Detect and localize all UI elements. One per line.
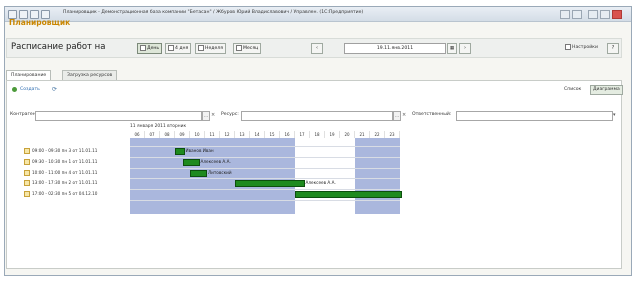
gantt-bar-label: Литовский (208, 169, 232, 175)
period-month-button[interactable]: Месяц (233, 43, 262, 54)
task-row-text: 09:30 - 10:30 пн 1 от 11.01.11 (32, 158, 98, 164)
resource-field[interactable] (241, 111, 393, 121)
period-week-label: Неделя (205, 46, 223, 51)
hour-tick-label: 10 (190, 131, 205, 138)
gantt-bar[interactable] (182, 158, 200, 166)
hour-tick-label: 16 (280, 131, 295, 138)
hour-tick-label: 21 (355, 131, 370, 138)
document-icon (24, 148, 30, 154)
gantt-bar[interactable] (190, 169, 207, 177)
resource-select-button[interactable]: … (393, 111, 401, 121)
hour-tick-label: 11 (205, 131, 220, 138)
grid-line (130, 156, 400, 158)
hour-tick-label: 12 (220, 131, 235, 138)
hour-tick-label: 09 (175, 131, 190, 138)
document-icon (24, 180, 30, 187)
document-icon (24, 158, 30, 165)
settings-button[interactable]: Настройки (565, 43, 598, 52)
grid-line (130, 189, 400, 191)
schedule-label: Расписание работ на (11, 42, 106, 52)
period-day-button[interactable]: День (137, 43, 163, 54)
tab-planning[interactable]: Планирование (6, 70, 52, 80)
task-row-text: 09:00 - 09:30 пн 3 от 11.01.11 (32, 148, 98, 153)
responsible-field[interactable] (456, 111, 613, 121)
gantt-bar[interactable] (175, 148, 185, 155)
hour-tick-label: 08 (160, 131, 175, 138)
checkbox-icon (198, 44, 204, 51)
refresh-icon[interactable]: ⟳ (52, 86, 57, 93)
gantt-bar-label: Алексеев А.А. (200, 158, 231, 164)
gantt-bar-label: Алексеев А.А. (305, 180, 336, 186)
hour-tick-label: 13 (235, 131, 250, 138)
gantt-chart: 06 07 08 09 10 11 12 13 14 15 16 17 18 19 20 21 22 23 09:0… (20, 124, 530, 220)
help-icon[interactable]: ? (607, 43, 619, 54)
title-bar: Планировщик - Демонстрационная база комп… (5, 7, 631, 22)
hour-tick-label: 19 (325, 131, 340, 138)
tab-resource-load[interactable]: Загрузка ресурсов (62, 70, 118, 80)
hour-tick-label: 22 (370, 131, 385, 138)
list-link[interactable]: Список (564, 87, 581, 92)
settings-icon (565, 43, 571, 50)
date-field[interactable]: 19.11.янв.2011 (344, 43, 446, 54)
next-period-button[interactable]: › (459, 43, 471, 54)
minimize-button[interactable] (588, 10, 598, 19)
gantt-bar[interactable] (235, 180, 305, 188)
settings-label: Настройки (572, 45, 598, 50)
contractor-field[interactable] (35, 111, 202, 121)
hour-tick-label: 18 (310, 131, 325, 138)
toolbar-icon-1[interactable] (560, 10, 570, 19)
hour-tick-label: 20 (340, 131, 355, 138)
close-button[interactable] (612, 10, 622, 19)
task-row-label[interactable]: 10:00 - 11:00 пн 4 от 11.01.11 (24, 169, 98, 176)
resource-label: Ресурс: (221, 112, 239, 117)
checkbox-icon (168, 44, 174, 51)
grid-line (130, 178, 400, 180)
diagram-button[interactable]: Диаграмма (590, 85, 623, 95)
document-icon (24, 169, 30, 176)
resource-clear-icon[interactable]: × (402, 112, 406, 118)
hour-tick-label: 14 (250, 131, 265, 138)
gantt-bar[interactable] (295, 191, 402, 199)
hour-tick-label: 15 (265, 131, 280, 138)
grid-line (130, 167, 400, 169)
period-day-label: День (147, 46, 160, 51)
task-row-text: 13:00 - 17:30 пн 2 от 11.01.11 (32, 180, 98, 186)
period-month-label: Месяц (243, 46, 259, 51)
page-title: Планировщик (9, 18, 71, 27)
checkbox-icon (140, 44, 146, 51)
hour-tick-label: 06 (130, 131, 145, 138)
gantt-date-header: 11 января 2011 вторник (130, 124, 187, 129)
responsible-dropdown-icon[interactable]: ▾ (613, 112, 616, 118)
window-title: Планировщик - Демонстрационная база комп… (63, 10, 364, 15)
schedule-toolbar: Расписание работ на День 4 дня Неделя Ме… (6, 38, 622, 58)
task-row-label[interactable]: 09:00 - 09:30 пн 3 от 11.01.11 (24, 148, 97, 154)
task-row-label[interactable]: 09:30 - 10:30 пн 1 от 11.01.11 (24, 158, 98, 165)
task-row-label[interactable]: 17:00 - 02:30 пн 5 от 04.12.10 (24, 191, 98, 198)
grid-line (130, 146, 400, 147)
create-button[interactable]: Создать (20, 87, 40, 92)
maximize-button[interactable] (600, 10, 610, 19)
filter-bar: Контрагент: … × Ресурс: … × Ответственны… (10, 111, 620, 121)
contractor-clear-icon[interactable]: × (211, 112, 215, 118)
period-4days-label: 4 дня (175, 46, 189, 51)
task-row-label[interactable]: 13:00 - 17:30 пн 2 от 11.01.11 (24, 180, 98, 187)
responsible-label: Ответственный: (412, 112, 452, 117)
add-icon (12, 87, 17, 92)
checkbox-icon (236, 44, 242, 51)
calendar-icon[interactable]: ▦ (447, 43, 457, 54)
grid-line (130, 200, 400, 201)
task-row-text: 17:00 - 02:30 пн 5 от 04.12.10 (32, 191, 98, 197)
nonworking-hours-shade (355, 138, 400, 214)
gantt-bar-label: Иванов Иван (185, 148, 214, 153)
period-week-button[interactable]: Неделя (195, 43, 226, 54)
period-4days-button[interactable]: 4 дня (165, 43, 192, 54)
task-row-text: 10:00 - 11:00 пн 4 от 11.01.11 (32, 169, 98, 175)
document-icon (24, 191, 30, 198)
toolbar-icon-2[interactable] (572, 10, 582, 19)
hour-tick-label: 07 (145, 131, 160, 138)
prev-period-button[interactable]: ‹ (311, 43, 323, 54)
hour-tick-label: 23 (385, 131, 400, 138)
hour-tick-label: 17 (295, 131, 310, 138)
contractor-select-button[interactable]: … (202, 111, 210, 121)
